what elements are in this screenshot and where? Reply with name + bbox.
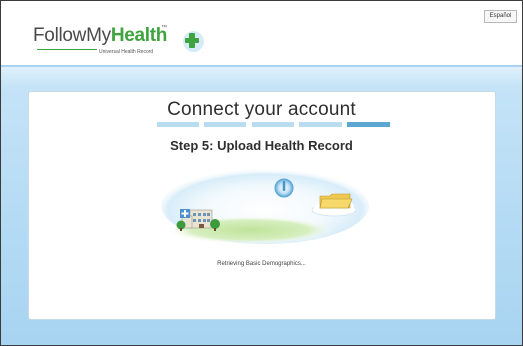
logo-health-text: Health [110, 25, 168, 46]
logo-tagline: Universal Health Record [97, 49, 156, 55]
progress-segment-3 [252, 122, 294, 127]
logo-follow-text: FollowMy [33, 25, 111, 46]
sync-spinner-icon [274, 178, 294, 198]
logo-trademark: ™ [161, 25, 167, 31]
step-title: Step 5: Upload Health Record [170, 138, 353, 153]
progress-segment-2 [204, 122, 246, 127]
progress-segment-1 [157, 122, 199, 127]
plus-badge-icon [183, 31, 204, 52]
upload-illustration [161, 168, 369, 244]
language-toggle-button[interactable]: Español [484, 10, 517, 23]
page-title: Connect your account [167, 99, 356, 120]
progress-segment-5 [347, 122, 390, 127]
status-message: Retrieving Basic Demographics... [217, 261, 306, 267]
step-progress-bar [157, 122, 390, 127]
progress-segment-4 [299, 122, 342, 127]
logo-wordmark: FollowMyHealth [33, 25, 167, 47]
